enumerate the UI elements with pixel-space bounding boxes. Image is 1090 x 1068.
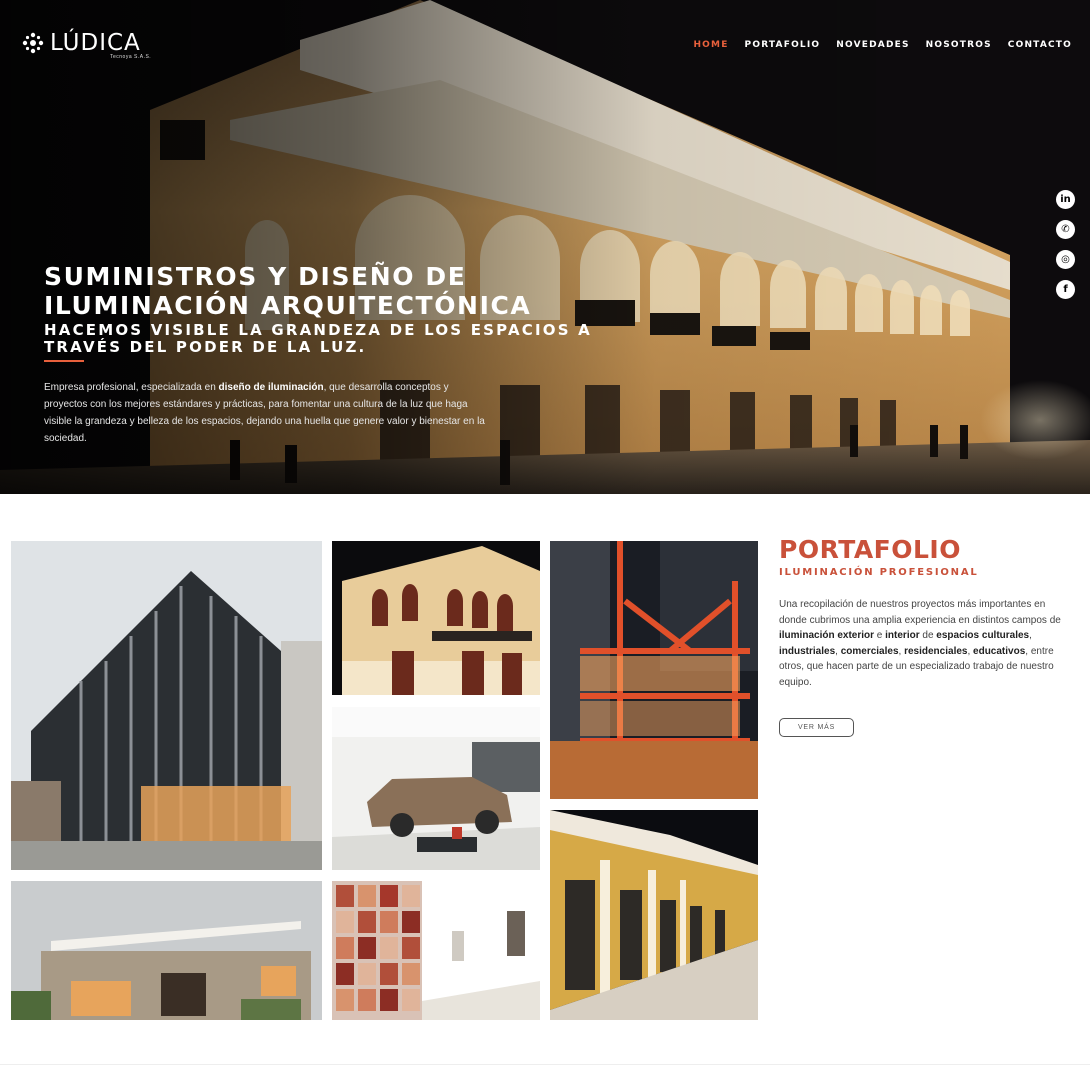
portfolio-highlight: espacios culturales [936,630,1030,641]
portfolio-highlight: iluminación exterior [779,630,875,641]
facebook-icon[interactable]: f [1056,280,1075,299]
hero-paragraph-text: Empresa profesional, especializada en [44,382,219,393]
portfolio-image-office-tower[interactable] [11,541,322,870]
portfolio-image-colonial-arcade[interactable] [550,810,758,1020]
portfolio-image-historic-facade[interactable] [332,541,540,695]
portfolio-subtitle: ILUMINACIÓN PROFESIONAL [779,567,979,578]
portfolio-description-text: , [1029,630,1032,641]
brand-logo[interactable]: LÚDICA Tecnoya S.A.S. [20,29,151,60]
social-links: in ✆ ◎ f [1056,190,1075,299]
portfolio-highlight: residenciales [904,645,968,657]
hero-paragraph-highlight: diseño de iluminación [218,382,324,393]
hero-title: SUMINISTROS Y DISEÑO DE ILUMINACIÓN ARQU… [44,262,532,320]
portfolio-title: PORTAFOLIO [779,535,961,564]
logo-mark-icon [22,32,44,54]
section-divider [0,1064,1090,1065]
nav-contacto[interactable]: CONTACTO [1008,40,1072,50]
nav-novedades[interactable]: NOVEDADES [836,40,909,50]
nav-nosotros[interactable]: NOSOTROS [926,40,992,50]
portfolio-image-art-gallery[interactable] [332,881,540,1020]
portfolio-description-text: de [919,630,937,641]
portfolio-image-orange-steel-structure[interactable] [550,541,758,799]
instagram-icon[interactable]: ◎ [1056,250,1075,269]
hero-section: LÚDICA Tecnoya S.A.S. HOME PORTAFOLIO NO… [0,0,1090,494]
nav-home[interactable]: HOME [693,40,728,50]
phone-icon[interactable]: ✆ [1056,220,1075,239]
brand-tagline: Tecnoya S.A.S. [110,54,152,60]
hero-subtitle: HACEMOS VISIBLE LA GRANDEZA DE LOS ESPAC… [44,321,592,356]
nav-portafolio[interactable]: PORTAFOLIO [745,40,821,50]
brand-name: LÚDICA [50,29,141,56]
portfolio-highlight: comerciales [840,645,899,657]
portfolio-highlight: interior [885,630,920,641]
portfolio-description-text: e [874,630,886,641]
portfolio-image-stone-house[interactable] [11,881,322,1020]
linkedin-icon[interactable]: in [1056,190,1075,209]
portfolio-highlight: industriales [779,645,836,657]
ver-mas-button[interactable]: VER MÁS [779,718,854,737]
portfolio-description: Una recopilación de nuestros proyectos m… [779,597,1061,690]
hero-accent-rule [44,360,84,362]
main-nav: HOME PORTAFOLIO NOVEDADES NOSOTROS CONTA… [693,40,1072,50]
hero-paragraph: Empresa profesional, especializada en di… [44,379,492,447]
portfolio-image-car-showroom[interactable] [332,707,540,870]
portfolio-highlight: educativos [973,645,1026,657]
portfolio-description-text: Una recopilación de nuestros proyectos m… [779,599,1061,626]
